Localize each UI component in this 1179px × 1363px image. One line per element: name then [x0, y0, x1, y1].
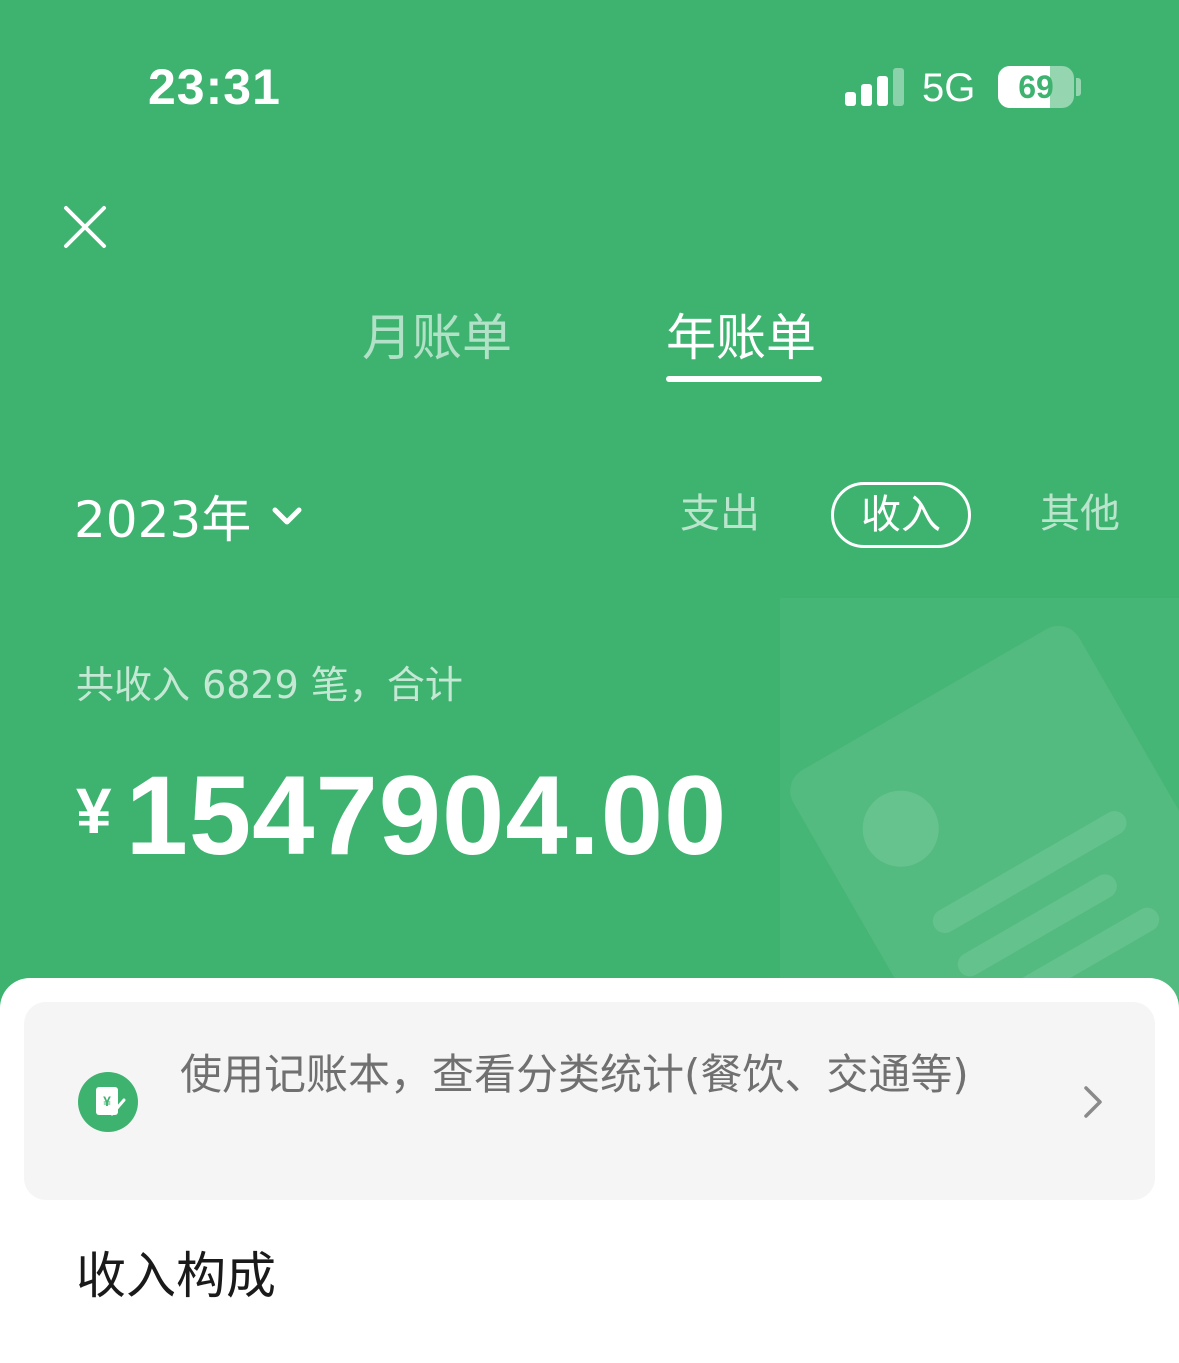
battery-icon: 69	[998, 66, 1074, 108]
battery-nub	[1076, 78, 1081, 96]
receipt-illustration-icon	[780, 598, 1179, 998]
chevron-right-icon	[1084, 1086, 1102, 1118]
year-selector[interactable]: 2023年	[74, 486, 305, 549]
segment-other[interactable]: 其他	[1040, 482, 1120, 546]
bill-screen: 23:31 5G 69 月账单 年账单 2023年 支出 收入 其他 共收入 6…	[0, 0, 1179, 1363]
income-summary-text: 共收入 6829 笔，合计	[76, 663, 463, 707]
signal-icon	[845, 68, 907, 106]
battery-level: 69	[1018, 69, 1054, 105]
status-time: 23:31	[148, 59, 281, 115]
svg-text:¥: ¥	[103, 1093, 111, 1109]
network-label: 5G	[922, 66, 976, 110]
total-amount: ¥ 1547904.00	[76, 760, 727, 872]
close-icon	[64, 206, 106, 248]
amount-value: 1547904.00	[125, 753, 728, 878]
income-composition-title: 收入构成	[76, 1247, 276, 1305]
year-label: 2023年	[74, 491, 252, 549]
segment-expense[interactable]: 支出	[680, 482, 760, 546]
currency-symbol: ¥	[76, 775, 112, 847]
tab-yearly-bill[interactable]: 年账单	[666, 298, 816, 370]
close-button[interactable]	[58, 200, 112, 254]
ledger-banner[interactable]: ¥ 使用记账本，查看分类统计(餐饮、交通等)	[24, 1002, 1155, 1200]
segment-income[interactable]: 收入	[831, 482, 971, 548]
banner-text: 使用记账本，查看分类统计(餐饮、交通等)	[180, 1050, 969, 1099]
ledger-icon: ¥	[78, 1072, 138, 1132]
chevron-down-icon	[272, 507, 302, 525]
tab-monthly-bill[interactable]: 月账单	[362, 298, 512, 370]
active-tab-indicator	[666, 376, 822, 382]
